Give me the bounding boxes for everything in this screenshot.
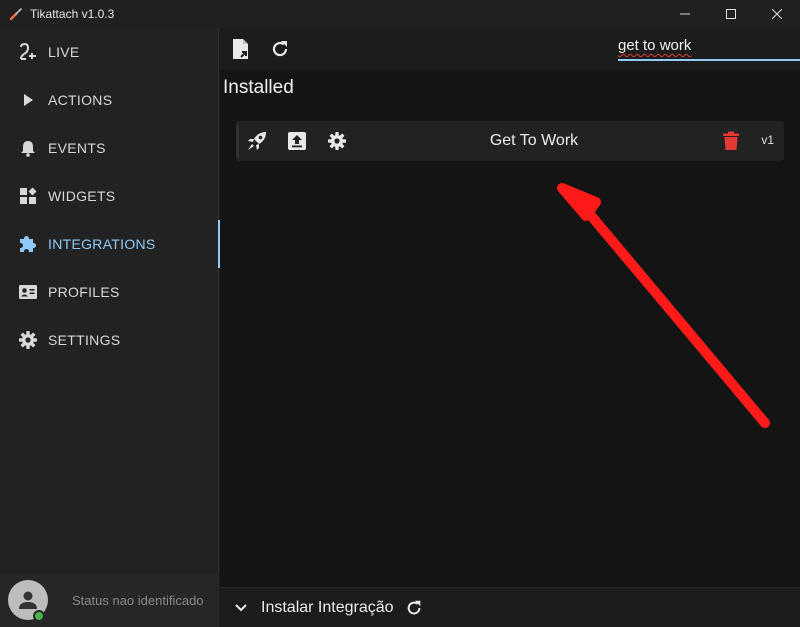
refresh-button[interactable] xyxy=(269,38,291,60)
upload-integration-button[interactable] xyxy=(286,130,308,152)
install-integration-bar[interactable]: Instalar Integração xyxy=(220,587,800,627)
sidebar: LIVE ACTIONS EVENTS WIDGETS INTEGRATIONS… xyxy=(0,28,220,627)
integration-settings-button[interactable] xyxy=(326,130,348,152)
person-icon xyxy=(19,591,37,609)
avatar[interactable] xyxy=(8,580,48,622)
close-button[interactable] xyxy=(754,0,800,28)
widgets-icon xyxy=(17,185,39,207)
sidebar-item-label: PROFILES xyxy=(48,284,120,300)
sidebar-item-widgets[interactable]: WIDGETS xyxy=(0,172,219,220)
delete-integration-button[interactable] xyxy=(720,130,742,152)
play-icon xyxy=(17,89,39,111)
sidebar-item-settings[interactable]: SETTINGS xyxy=(0,316,219,364)
import-file-button[interactable] xyxy=(230,38,252,60)
app-logo-icon xyxy=(8,6,24,22)
user-status-panel[interactable]: Status nao identificado xyxy=(0,573,219,627)
sidebar-item-label: LIVE xyxy=(48,44,80,60)
close-icon xyxy=(772,9,782,19)
window-title: Tikattach v1.0.3 xyxy=(30,7,115,21)
sidebar-item-label: SETTINGS xyxy=(48,332,121,348)
minimize-button[interactable] xyxy=(662,0,708,28)
sidebar-item-integrations[interactable]: INTEGRATIONS xyxy=(0,220,220,268)
integration-row: Get To Work v1 xyxy=(236,121,784,161)
puzzle-icon xyxy=(17,233,39,255)
rocket-icon xyxy=(248,132,266,150)
upload-box-icon xyxy=(288,132,306,150)
section-title: Installed xyxy=(223,77,294,98)
annotation-arrow xyxy=(557,183,770,428)
maximize-icon xyxy=(726,9,736,19)
sidebar-item-profiles[interactable]: PROFILES xyxy=(0,268,219,316)
sidebar-item-label: INTEGRATIONS xyxy=(48,236,156,252)
chevron-down-icon[interactable] xyxy=(232,599,250,617)
sidebar-item-label: EVENTS xyxy=(48,140,106,156)
id-card-icon xyxy=(17,281,39,303)
sidebar-item-actions[interactable]: ACTIONS xyxy=(0,76,219,124)
integration-name: Get To Work xyxy=(489,132,579,149)
online-status-dot xyxy=(33,610,45,622)
refresh-icon[interactable] xyxy=(404,598,424,618)
maximize-button[interactable] xyxy=(708,0,754,28)
file-import-icon xyxy=(233,39,248,59)
power-plug-icon xyxy=(17,41,39,63)
status-text: Status nao identificado xyxy=(72,592,204,608)
refresh-icon xyxy=(272,41,288,57)
gear-icon xyxy=(17,329,39,351)
gear-icon xyxy=(328,132,346,150)
main-panel: get to work Installed Get To Work v1 Ins… xyxy=(220,28,800,627)
integration-version: v1 xyxy=(761,133,774,147)
sidebar-item-label: WIDGETS xyxy=(48,188,116,204)
install-integration-label: Instalar Integração xyxy=(261,598,394,616)
minimize-icon xyxy=(680,13,690,15)
sidebar-item-label: ACTIONS xyxy=(48,92,113,108)
sidebar-item-live[interactable]: LIVE xyxy=(0,28,219,76)
search-input[interactable]: get to work xyxy=(618,34,800,61)
search-value: get to work xyxy=(618,37,692,54)
toolbar: get to work xyxy=(220,28,800,70)
title-bar: Tikattach v1.0.3 xyxy=(0,0,800,28)
sidebar-item-events[interactable]: EVENTS xyxy=(0,124,219,172)
trash-icon xyxy=(723,131,739,150)
launch-integration-button[interactable] xyxy=(246,130,268,152)
bell-icon xyxy=(17,137,39,159)
